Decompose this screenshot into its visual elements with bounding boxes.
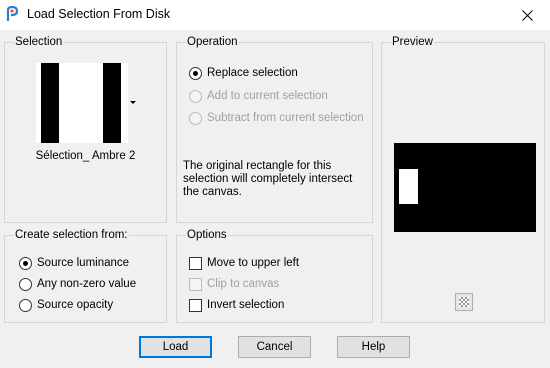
title-bar: Load Selection From Disk — [0, 0, 550, 30]
preview-selection-region — [399, 169, 418, 204]
selection-heading: Selection — [14, 35, 64, 49]
app-icon — [6, 6, 19, 21]
radio-label: Source luminance — [37, 257, 130, 269]
thumbnail-right-bar — [103, 63, 121, 143]
options-panel: Options Move to upper left Clip to canva… — [176, 228, 373, 323]
radio-subtract-from-selection[interactable]: Subtract from current selection — [189, 110, 364, 126]
create-from-panel: Create selection from: Source luminance … — [4, 228, 167, 323]
cancel-button[interactable]: Cancel — [238, 336, 311, 358]
checkbox-clip-to-canvas[interactable]: Clip to canvas — [189, 276, 279, 292]
checkbox-label: Invert selection — [207, 299, 285, 311]
checkerboard-icon — [459, 297, 469, 307]
radio-button[interactable] — [189, 111, 202, 125]
zoom-button[interactable] — [455, 293, 473, 311]
options-heading: Options — [186, 228, 228, 242]
radio-button[interactable] — [19, 298, 32, 312]
checkbox-move-to-upper-left[interactable]: Move to upper left — [189, 255, 299, 271]
load-button[interactable]: Load — [139, 336, 212, 358]
selection-thumbnail[interactable] — [36, 63, 128, 143]
checkbox[interactable] — [189, 298, 202, 312]
radio-button[interactable] — [189, 66, 202, 80]
preview-heading: Preview — [391, 35, 434, 49]
radio-button[interactable] — [19, 277, 32, 291]
checkbox-label: Clip to canvas — [207, 278, 280, 290]
operation-heading: Operation — [186, 35, 239, 49]
radio-label: Replace selection — [207, 67, 298, 79]
radio-source-opacity[interactable]: Source opacity — [19, 297, 113, 313]
radio-any-non-zero[interactable]: Any non-zero value — [19, 276, 136, 292]
preview-panel: Preview — [381, 35, 545, 323]
radio-label: Source opacity — [37, 299, 114, 311]
checkbox[interactable] — [189, 256, 202, 270]
radio-add-to-selection[interactable]: Add to current selection — [189, 88, 328, 104]
selection-panel: Selection Sélection_ Ambre 2 — [4, 35, 167, 223]
operation-description: The original rectangle for this selectio… — [183, 160, 353, 198]
thumbnail-left-bar — [41, 63, 59, 143]
radio-label: Any non-zero value — [37, 278, 137, 290]
selection-file-name: Sélection_ Ambre 2 — [35, 150, 136, 162]
radio-button[interactable] — [19, 256, 32, 270]
radio-source-luminance[interactable]: Source luminance — [19, 255, 129, 271]
radio-replace-selection[interactable]: Replace selection — [189, 65, 298, 81]
preview-canvas — [394, 143, 536, 232]
operation-panel: Operation Replace selection Add to curre… — [176, 35, 373, 223]
create-from-heading: Create selection from: — [14, 228, 129, 242]
chevron-down-icon[interactable] — [130, 101, 136, 104]
radio-button[interactable] — [189, 89, 202, 103]
help-button[interactable]: Help — [337, 336, 410, 358]
radio-label: Subtract from current selection — [207, 112, 364, 124]
close-button[interactable] — [504, 0, 550, 30]
close-icon — [521, 9, 533, 21]
radio-label: Add to current selection — [207, 90, 328, 102]
window-title: Load Selection From Disk — [27, 7, 171, 21]
checkbox-invert-selection[interactable]: Invert selection — [189, 297, 284, 313]
checkbox-label: Move to upper left — [207, 257, 300, 269]
checkbox[interactable] — [189, 277, 202, 291]
